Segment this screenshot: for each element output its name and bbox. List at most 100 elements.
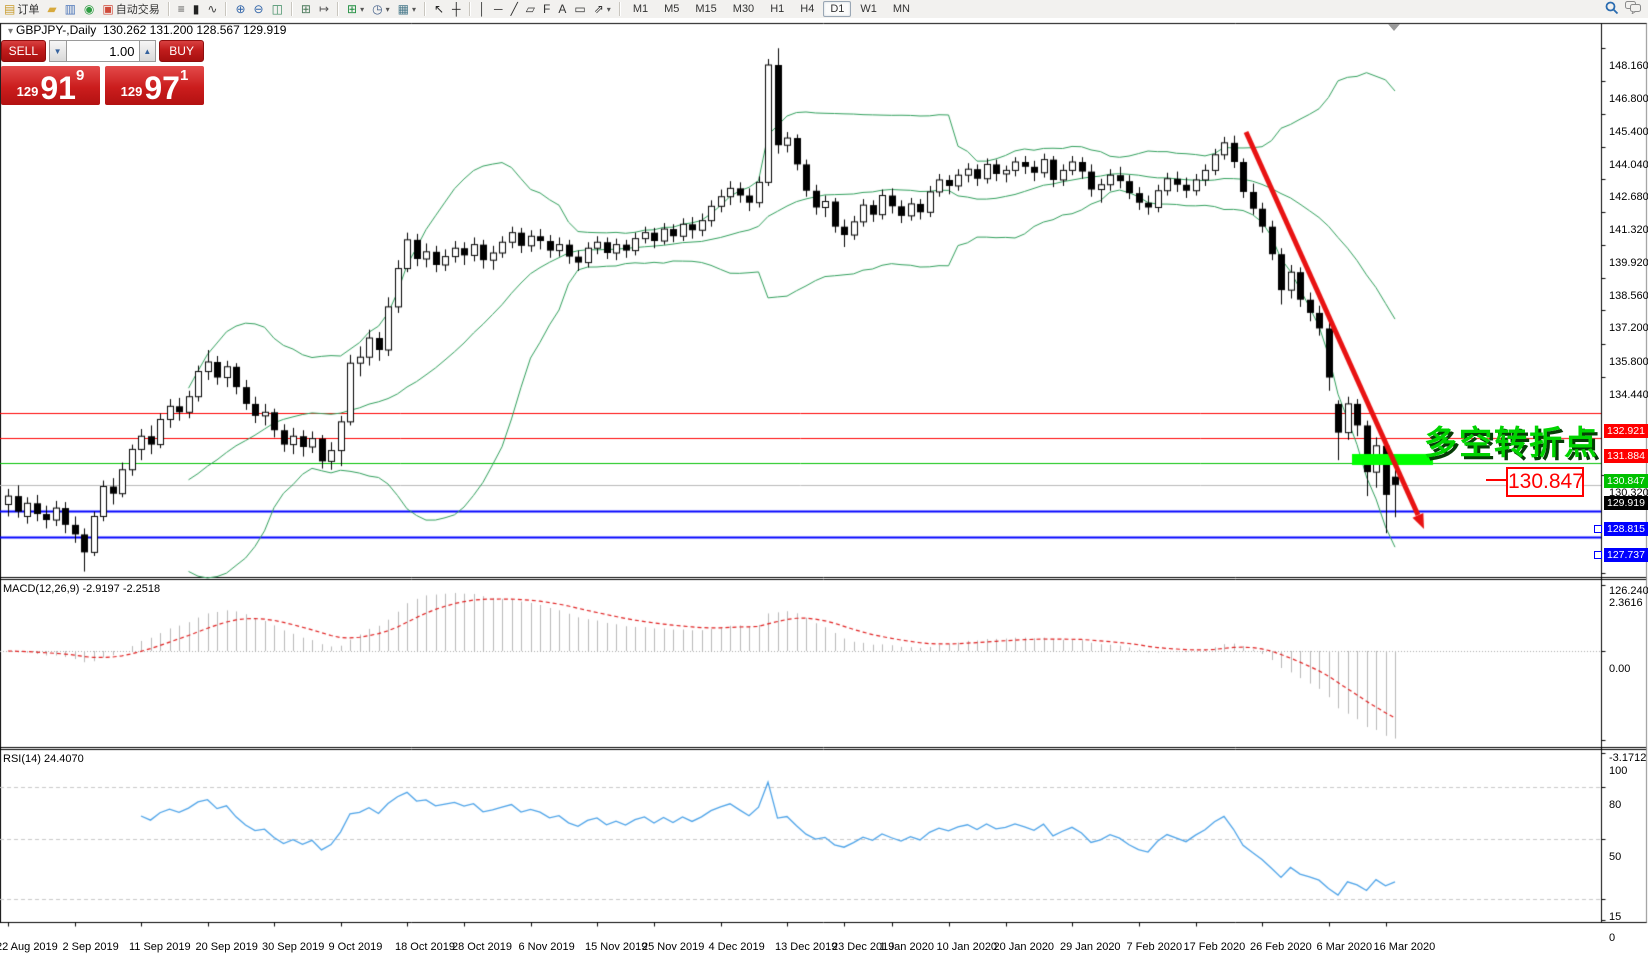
timeframe-d1[interactable]: D1	[823, 1, 851, 17]
date-axis-label: 30 Sep 2019	[262, 941, 324, 953]
sell-price-pips: 91	[40, 73, 76, 103]
chart-title-icon: ▾	[8, 26, 13, 37]
templates-icon[interactable]: ▦▾	[394, 1, 420, 17]
price-line-badge: 127.737	[1604, 548, 1648, 562]
signal-icon[interactable]: ◉	[80, 1, 98, 17]
date-axis-label: 29 Jan 2020	[1060, 941, 1121, 953]
market-watch-icon: ▥	[65, 3, 76, 15]
channel-icon: ▱	[526, 3, 535, 15]
trendline-icon: ╱	[511, 3, 518, 15]
price-line-badge: 132.921	[1604, 424, 1648, 438]
line-chart-icon[interactable]: ∿	[203, 1, 221, 17]
bar-chart-icon[interactable]: ≡	[174, 1, 189, 17]
price-axis-tick: 141.320	[1609, 224, 1648, 236]
signal-icon: ◉	[84, 3, 94, 15]
rsi-axis-tick: 100	[1609, 765, 1627, 777]
buy-price-pips: 97	[144, 73, 180, 103]
new-chart-icon[interactable]: ⊞	[297, 1, 315, 17]
timeframe-w1[interactable]: W1	[853, 1, 884, 17]
line-endpoint-marker[interactable]	[1594, 525, 1602, 533]
label-icon[interactable]: ▭	[570, 1, 589, 17]
trendline-icon[interactable]: ╱	[507, 1, 522, 17]
toolbar-separator	[337, 2, 339, 16]
price-axis-tick: 137.200	[1609, 322, 1648, 334]
line-endpoint-marker[interactable]	[1594, 551, 1602, 559]
vertical-line-icon[interactable]: │	[475, 1, 491, 17]
timeframe-m1[interactable]: M1	[626, 1, 655, 17]
timeframe-m30[interactable]: M30	[726, 1, 761, 17]
date-axis-label: 25 Nov 2019	[642, 941, 704, 953]
date-axis-label: 6 Nov 2019	[519, 941, 575, 953]
folder-icon[interactable]: ▰	[43, 1, 60, 17]
timeframe-m5[interactable]: M5	[657, 1, 686, 17]
timeframe-h4[interactable]: H4	[793, 1, 821, 17]
rsi-label: RSI(14) 24.4070	[3, 753, 84, 765]
price-line-badge: 128.815	[1604, 522, 1648, 536]
new-order-icon[interactable]: ▤订单	[0, 1, 43, 17]
horizontal-line-icon[interactable]: ─	[490, 1, 507, 17]
crosshair-icon: ┼	[452, 3, 461, 15]
date-axis-label: 16 Mar 2020	[1374, 941, 1436, 953]
date-axis-label: 15 Nov 2019	[585, 941, 647, 953]
chart-shift-icon[interactable]: ↦	[315, 1, 333, 17]
fibonacci-icon[interactable]: F	[539, 1, 554, 17]
indicators-icon[interactable]: ⊞▾	[343, 1, 368, 17]
rsi-axis-tick: 80	[1609, 799, 1621, 811]
toolbar-separator	[291, 2, 293, 16]
market-watch-icon[interactable]: ▥	[61, 1, 80, 17]
date-axis-label: 9 Oct 2019	[329, 941, 383, 953]
buy-price-display[interactable]: 129 97 1	[105, 66, 204, 105]
chevron-down-icon[interactable]: ▾	[386, 5, 390, 14]
autotrade-icon[interactable]: ▣自动交易	[98, 1, 163, 17]
zoom-in-icon[interactable]: ⊕	[231, 1, 249, 17]
chat-icon[interactable]	[1625, 1, 1642, 17]
buy-button[interactable]: BUY	[159, 40, 204, 62]
tile-windows-icon[interactable]: ◫	[268, 1, 287, 17]
channel-icon[interactable]: ▱	[522, 1, 539, 17]
turning-point-annotation: 多空转折点	[1424, 416, 1599, 464]
chart-title: ▾GBPJPY-,Daily 130.262 131.200 128.567 1…	[8, 23, 286, 37]
timeframe-h1[interactable]: H1	[763, 1, 791, 17]
date-axis-label: 4 Dec 2019	[709, 941, 765, 953]
arrows-icon[interactable]: ⇗▾	[590, 1, 615, 17]
bid-price-badge: 129.919	[1604, 496, 1648, 510]
date-axis-label: 13 Dec 2019	[775, 941, 837, 953]
rsi-axis-tick: 15	[1609, 911, 1621, 923]
cursor-icon[interactable]: ↖	[430, 1, 448, 17]
chevron-down-icon[interactable]: ▾	[607, 5, 611, 14]
crosshair-icon[interactable]: ┼	[448, 1, 465, 17]
sell-price-display[interactable]: 129 91 9	[1, 66, 100, 105]
price-line-badge: 131.884	[1604, 449, 1648, 463]
chevron-down-icon[interactable]: ▾	[412, 5, 416, 14]
macd-label: MACD(12,26,9) -2.9197 -2.2518	[3, 583, 160, 595]
price-axis-tick: 126.240	[1609, 585, 1648, 597]
chart-shift-marker-icon[interactable]	[1388, 24, 1400, 31]
volume-input[interactable]	[67, 40, 139, 62]
date-axis-label: 11 Sep 2019	[129, 941, 191, 953]
volume-decrease-button[interactable]: ▼	[49, 40, 67, 62]
price-axis-tick: 138.560	[1609, 290, 1648, 302]
macd-axis-tick: -3.1712	[1609, 752, 1646, 764]
sell-button[interactable]: SELL	[1, 40, 46, 62]
chart-window: ▾GBPJPY-,Daily 130.262 131.200 128.567 1…	[0, 18, 1648, 940]
date-axis-label: 26 Feb 2020	[1250, 941, 1312, 953]
search-icon[interactable]	[1605, 1, 1619, 18]
periods-icon: ◷	[372, 3, 382, 15]
chevron-down-icon[interactable]: ▾	[360, 5, 364, 14]
candlestick-icon[interactable]: ▮	[189, 1, 204, 17]
timeframe-mn[interactable]: MN	[886, 1, 917, 17]
chart-canvas[interactable]	[0, 18, 1648, 940]
autotrade-icon: ▣	[102, 3, 113, 15]
buy-price-big-figure: 129	[121, 84, 143, 99]
volume-increase-button[interactable]: ▲	[139, 40, 157, 62]
new-order-label: 订单	[17, 1, 39, 17]
periods-icon[interactable]: ◷▾	[368, 1, 394, 17]
text-icon[interactable]: A	[554, 1, 570, 17]
price-line-badge: 130.847	[1604, 474, 1648, 488]
one-click-trading-panel: SELL ▼ ▲ BUY 129 91 9 129 97 1	[1, 40, 204, 105]
price-axis-tick: 142.680	[1609, 191, 1648, 203]
price-axis-tick: 135.800	[1609, 356, 1648, 368]
zoom-out-icon[interactable]: ⊖	[250, 1, 268, 17]
fibonacci-icon: F	[543, 3, 550, 15]
timeframe-m15[interactable]: M15	[688, 1, 723, 17]
